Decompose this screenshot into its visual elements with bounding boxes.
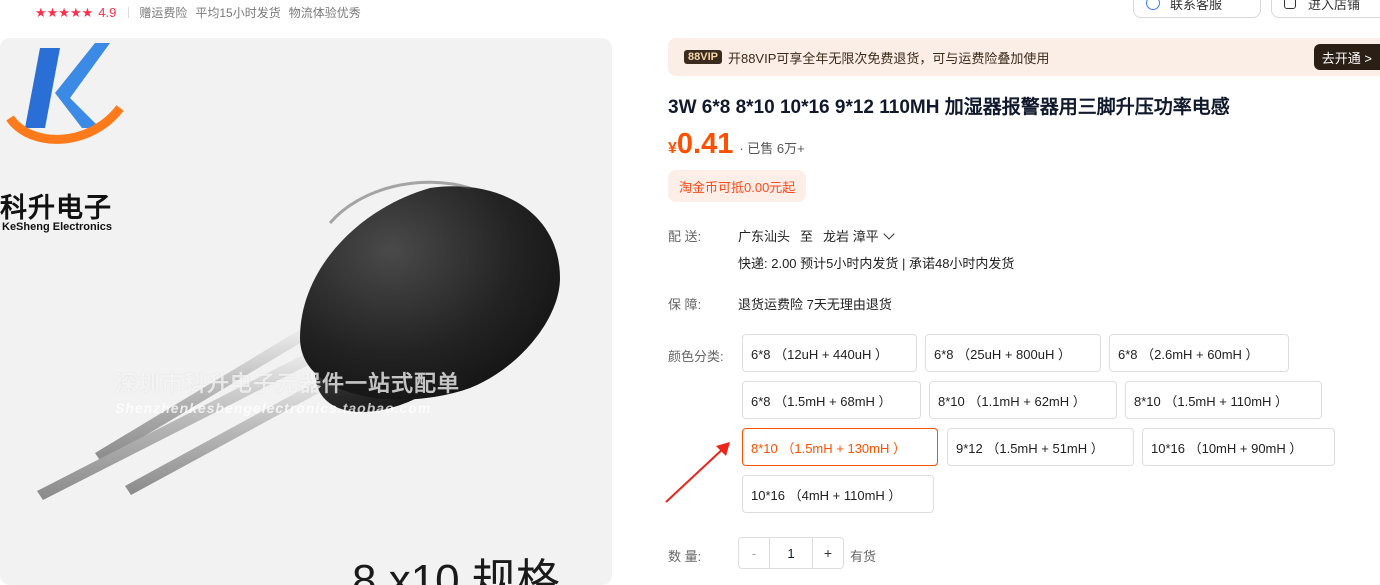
guarantee-label: 保 障: xyxy=(668,297,702,312)
enter-shop-label: 进入店铺 xyxy=(1308,0,1361,12)
currency-symbol: ¥ xyxy=(668,140,677,157)
color-option[interactable]: 6*8 （2.6mH + 60mH ） xyxy=(1109,334,1289,372)
enter-shop-button[interactable]: 进入店铺 xyxy=(1271,0,1380,18)
color-option[interactable]: 6*8 （25uH + 800uH ） xyxy=(925,334,1101,372)
guarantee-text: 退货运费险 7天无理由退货 xyxy=(738,297,892,312)
color-option[interactable]: 8*10 （1.1mH + 62mH ） xyxy=(929,381,1117,419)
color-option[interactable]: 9*12 （1.5mH + 51mH ） xyxy=(947,428,1134,466)
quantity-stepper: - 1 + xyxy=(738,537,844,569)
shipping-label: 配 送: xyxy=(668,229,702,244)
service-tag: 赠运费险 xyxy=(139,6,188,20)
price-row: ¥ 0.41 · 已售 6万+ xyxy=(668,128,805,161)
product-image[interactable]: 科升电子 KeSheng Electronics 深圳市科升电子元器件一站式配单… xyxy=(0,38,612,585)
color-option[interactable]: 10*16 （4mH + 110mH ） xyxy=(742,475,934,513)
color-option[interactable]: 6*8 （1.5mH + 68mH ） xyxy=(742,381,921,419)
headset-icon xyxy=(1146,0,1160,10)
contact-service-button[interactable]: 联系客服 xyxy=(1133,0,1261,18)
contact-service-label: 联系客服 xyxy=(1170,0,1223,12)
color-option[interactable]: 10*16 （10mH + 90mH ） xyxy=(1142,428,1335,466)
shop-icon xyxy=(1284,0,1296,9)
increase-button[interactable]: + xyxy=(813,538,843,568)
logo-subtitle: KeSheng Electronics xyxy=(2,221,113,233)
ship-to-word: 至 xyxy=(800,229,814,244)
shop-rating: ★★★★★ 4.9 赠运费险 平均15小时发货 物流体验优秀 xyxy=(35,4,369,21)
sold-count: · 已售 6万+ xyxy=(739,141,805,156)
service-tag: 物流体验优秀 xyxy=(288,6,361,20)
annotation-arrow xyxy=(665,442,730,503)
chevron-down-icon xyxy=(882,227,895,240)
product-title: 3W 6*8 8*10 10*16 9*12 110MH 加湿器报警器用三脚升压… xyxy=(668,97,1230,118)
watermark-en: Shenzhenkeshengelectronics.taobao.com xyxy=(115,400,432,416)
vip-banner: 88VIP 开88VIP可享全年无限次免费退货，可与运费险叠加使用 去开通 > xyxy=(668,38,1380,76)
spec-label: 8 x10 规格 xyxy=(352,556,560,585)
quantity-input[interactable]: 1 xyxy=(769,538,813,568)
coin-discount-tag[interactable]: 淘金币可抵0.00元起 xyxy=(668,170,807,202)
kesheng-logo xyxy=(6,43,124,144)
color-option[interactable]: 6*8 （12uH + 440uH ） xyxy=(742,334,917,372)
rating-score: 4.9 xyxy=(98,5,117,20)
vip-text: 开88VIP可享全年无限次免费退货，可与运费险叠加使用 xyxy=(727,50,1050,66)
vip-open-button[interactable]: 去开通 > xyxy=(1313,44,1380,70)
price: 0.41 xyxy=(676,128,734,160)
logo-name: 科升电子 xyxy=(0,193,112,223)
vip-badge: 88VIP xyxy=(684,50,722,64)
color-option-selected[interactable]: 8*10 （1.5mH + 130mH ） xyxy=(742,428,938,466)
stock-status: 有货 xyxy=(850,549,877,564)
ship-from: 广东汕头 xyxy=(738,229,791,244)
shipping-detail: 快递: 2.00 预计5小时内发货 | 承诺48小时内发货 xyxy=(738,256,1015,271)
service-tag: 平均15小时发货 xyxy=(195,6,281,20)
watermark-cn: 深圳市科升电子元器件一站式配单 xyxy=(115,371,461,396)
color-label: 颜色分类: xyxy=(668,349,724,364)
decrease-button[interactable]: - xyxy=(739,538,769,568)
rating-stars: ★★★★★ xyxy=(35,4,94,20)
quantity-label: 数 量: xyxy=(668,549,702,564)
ship-to-selector[interactable]: 龙岩 漳平 xyxy=(823,226,895,245)
divider xyxy=(128,7,130,18)
shipping-route: 广东汕头 至 龙岩 漳平 xyxy=(738,226,895,245)
ship-to: 龙岩 漳平 xyxy=(823,229,879,244)
color-option[interactable]: 8*10 （1.5mH + 110mH ） xyxy=(1125,381,1322,419)
